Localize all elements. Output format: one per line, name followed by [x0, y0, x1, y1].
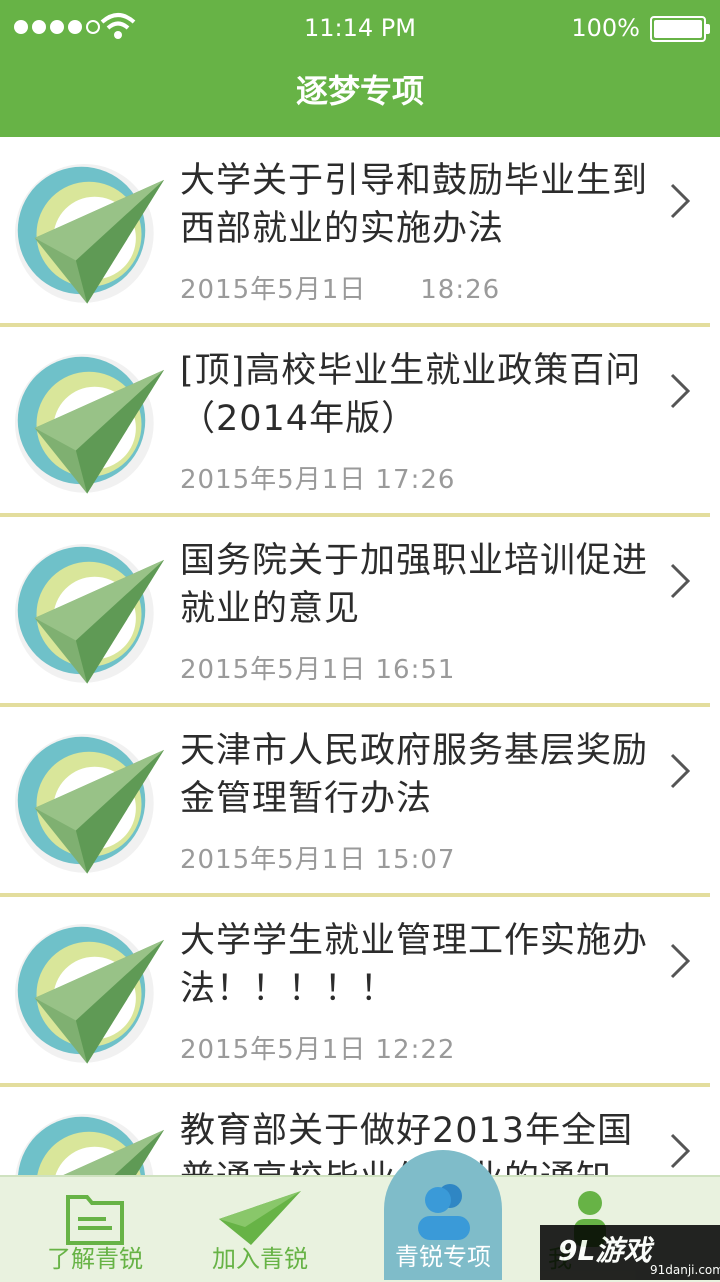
list-item-time: 2015年5月1日 15:07: [180, 845, 456, 875]
paper-plane-logo-icon: [14, 353, 164, 494]
chevron-right-icon: [670, 943, 691, 979]
tab-label: 了解青锐: [47, 1245, 143, 1273]
list-item[interactable]: 天津市人民政府服务基层奖励金管理暂行办法 2015年5月1日 15:07: [0, 707, 720, 897]
list-item-title: 大学学生就业管理工作实施办法！！！！！: [180, 921, 649, 1009]
list-item[interactable]: 大学学生就业管理工作实施办法！！！！！ 2015年5月1日 12:22: [0, 897, 720, 1087]
chevron-right-icon: [670, 563, 691, 599]
watermark-text: 9L游戏: [558, 1234, 652, 1267]
list-item-title: 大学关于引导和鼓励毕业生到西部就业的实施办法: [180, 161, 649, 249]
tab-label: 加入青锐: [212, 1245, 308, 1273]
chevron-right-icon: [670, 753, 691, 789]
tab-learn[interactable]: 了解青锐: [30, 1177, 160, 1282]
list-item[interactable]: [顶]高校毕业生就业政策百问（2014年版） 2015年5月1日 17:26: [0, 327, 720, 517]
list-item[interactable]: 大学关于引导和鼓励毕业生到西部就业的实施办法 2015年5月1日 18:26: [0, 137, 720, 327]
list-item-time: 2015年5月1日 12:22: [180, 1035, 456, 1065]
chevron-right-icon: [670, 373, 691, 409]
paper-plane-logo-icon: [14, 733, 164, 874]
list-item-time: 2015年5月1日 16:51: [180, 655, 456, 685]
battery-percentage: 100%: [571, 14, 640, 42]
chevron-right-icon: [670, 183, 691, 219]
status-bar: 11:14 PM 100%: [0, 0, 720, 56]
paper-plane-logo-icon: [14, 543, 164, 684]
list-item-time: 2015年5月1日 17:26: [180, 465, 456, 495]
chevron-right-icon: [670, 1133, 691, 1169]
list-item-title: [顶]高校毕业生就业政策百问（2014年版）: [180, 351, 642, 439]
tab-join[interactable]: 加入青锐: [195, 1177, 325, 1282]
tab-label: 青锐专项: [395, 1243, 491, 1271]
watermark-url: 91danji.com: [650, 1263, 720, 1277]
users-icon: [418, 1184, 470, 1240]
battery-icon: [650, 16, 710, 42]
paper-plane-logo-icon: [14, 163, 164, 304]
list-item-title: 国务院关于加强职业培训促进就业的意见: [180, 541, 649, 629]
list-item-time: 2015年5月1日 18:26: [180, 275, 501, 305]
paper-plane-logo-icon: [14, 923, 164, 1064]
app-header: 11:14 PM 100% 逐梦专项: [0, 0, 720, 137]
watermark-logo: 9L游戏 91danji.com: [540, 1225, 720, 1280]
page-title: 逐梦专项: [295, 72, 424, 110]
list-item-title: 天津市人民政府服务基层奖励金管理暂行办法: [180, 731, 649, 819]
list-item[interactable]: 国务院关于加强职业培训促进就业的意见 2015年5月1日 16:51: [0, 517, 720, 707]
tab-special[interactable]: 青锐专项: [384, 1150, 502, 1280]
